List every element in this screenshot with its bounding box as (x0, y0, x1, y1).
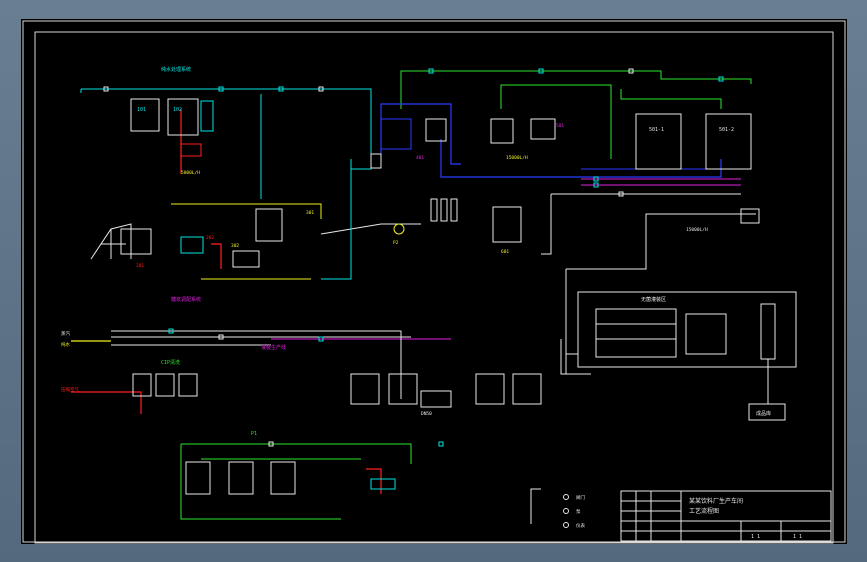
lower-tank-3[interactable] (270, 461, 296, 495)
white-line-1 (541, 194, 552, 255)
title-line-2: 工艺流程图 (689, 507, 719, 515)
tank-502[interactable] (530, 118, 556, 140)
legend-valve-symbol (563, 494, 569, 500)
blue-loop-1 (380, 103, 461, 165)
tank-102[interactable] (167, 98, 199, 136)
exchanger-302[interactable] (232, 250, 260, 268)
silo-1[interactable] (635, 113, 682, 170)
pump-p2[interactable] (393, 223, 405, 235)
lower-exchanger[interactable] (370, 478, 396, 490)
mix-tank-3[interactable] (475, 373, 505, 405)
filter-b[interactable] (440, 198, 448, 222)
water-tag: 纯水 (61, 341, 70, 348)
sheet-info-right: 1 1 (793, 534, 802, 540)
tank-401[interactable] (380, 118, 412, 150)
cip-label: CIP清洗 (161, 359, 180, 366)
red-line-1 (71, 391, 142, 414)
tower[interactable] (760, 303, 776, 360)
title-line-1: 某某饮料厂生产车间 (689, 497, 743, 505)
cip-tank-2[interactable] (155, 373, 175, 397)
tank-201[interactable] (120, 228, 152, 255)
legend-pump: 泵 (576, 509, 581, 515)
steam-header (81, 88, 372, 170)
red-line-3 (211, 243, 222, 269)
section-water-treatment: 纯水处理系统 (161, 66, 191, 73)
water-branch (500, 84, 612, 159)
drawing-sheet: 101 102 纯水处理系统 5000L/H 201 202 301 302 糖… (21, 19, 847, 544)
receiver-label: 成品库 (756, 410, 771, 417)
tank-102-label: 102 (173, 107, 182, 113)
legend-instrument-symbol (563, 522, 569, 528)
white-line-10 (530, 488, 541, 524)
steam-tag: 蒸汽 (61, 330, 70, 337)
mix-tank-4[interactable] (512, 373, 542, 405)
air-tag: 压缩空气 (61, 386, 79, 393)
pump-p1[interactable] (370, 153, 382, 169)
white-line-9 (320, 223, 421, 235)
tank-101-label: 101 (137, 107, 146, 113)
cip-tank-1[interactable] (132, 373, 152, 397)
blue-loop-2 (440, 139, 722, 178)
feed-to-sterile (565, 269, 578, 355)
white-line-6 (111, 330, 402, 399)
tank-202-label: 202 (206, 235, 214, 241)
lower-tank-1[interactable] (185, 461, 211, 495)
inner-border (34, 31, 834, 544)
tank-201-label: 201 (136, 263, 144, 269)
legend-pump-symbol (563, 508, 569, 514)
silo-2[interactable] (705, 113, 752, 170)
filter-103[interactable] (200, 100, 214, 132)
flow-diagram: 101 102 纯水处理系统 5000L/H 201 202 301 302 糖… (22, 20, 846, 544)
tank-601[interactable] (492, 206, 522, 243)
water-branch-2 (620, 89, 722, 109)
white-line-3 (561, 269, 567, 375)
sheet-info: 1 1 (751, 534, 760, 540)
legend-instrument: 仪表 (576, 522, 585, 529)
green-lower-1 (181, 443, 412, 464)
pump-right[interactable] (740, 208, 760, 224)
tank-101[interactable] (130, 98, 160, 132)
yellow-line-2 (171, 203, 322, 219)
tank-501[interactable] (490, 118, 514, 144)
cyan-line-2 (321, 159, 352, 280)
filter-401b[interactable] (425, 118, 447, 142)
lower-tank-2[interactable] (228, 461, 254, 495)
tank-301[interactable] (255, 208, 283, 242)
mix-tank-1[interactable] (350, 373, 380, 405)
mix-tank-2[interactable] (388, 373, 418, 405)
filling-machine[interactable] (595, 308, 677, 358)
water-header (400, 70, 752, 109)
legend-valve: 阀门 (576, 494, 585, 501)
lower-tag: P1 (251, 431, 257, 437)
flow-tag-2: 15000L/H (506, 155, 528, 161)
plate-exchanger[interactable] (420, 390, 452, 408)
tank-501-label: 501 (556, 123, 564, 129)
sterile-area-label: 无菌灌装区 (641, 296, 666, 303)
tank-302-label: 302 (231, 243, 239, 249)
silo-2-label: 501-2 (719, 127, 734, 133)
valve-marker (438, 441, 444, 447)
tank-202[interactable] (180, 236, 204, 254)
sterile-area-box[interactable] (577, 291, 797, 368)
tank-601-label: 601 (501, 249, 509, 255)
capper[interactable] (685, 313, 727, 355)
tank-401-label: 401 (416, 155, 424, 161)
pipe-tag: DN50 (421, 411, 432, 417)
tank-301-label: 301 (306, 210, 314, 216)
green-lower-2 (180, 444, 341, 520)
heater-1[interactable] (180, 143, 202, 157)
flow-tag-1: 5000L/H (181, 170, 200, 176)
filter-a[interactable] (430, 198, 438, 222)
pump-p2-label: P2 (393, 240, 399, 246)
filling-line-label: 灌装生产线 (261, 344, 286, 351)
filter-c[interactable] (450, 198, 458, 222)
section-syrup-prep: 糖浆调配系统 (171, 296, 201, 303)
flow-tag-3: 15000L/H (686, 227, 708, 233)
silo-1-label: 501-1 (649, 127, 664, 133)
cip-tank-3[interactable] (178, 373, 198, 397)
red-line-4 (366, 468, 382, 494)
cad-viewport: 101 102 纯水处理系统 5000L/H 201 202 301 302 糖… (0, 0, 867, 562)
white-line-4 (566, 213, 756, 270)
